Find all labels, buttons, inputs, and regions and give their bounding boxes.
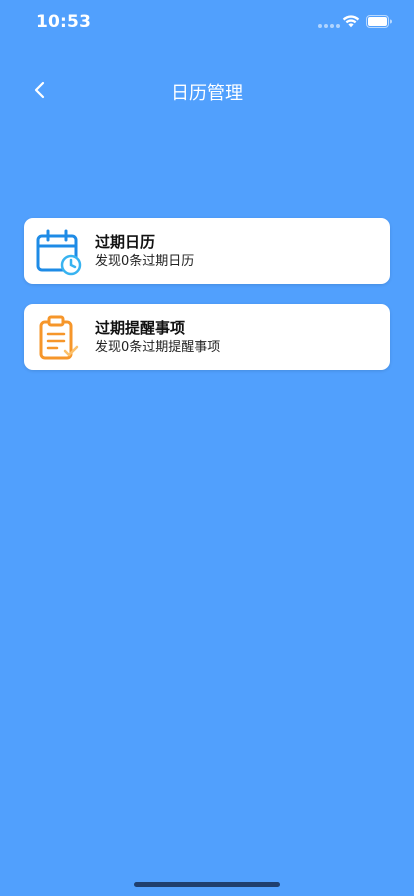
status-time: 10:53 <box>36 12 92 32</box>
wifi-icon <box>342 15 360 28</box>
page-title: 日历管理 <box>171 83 243 104</box>
battery-icon <box>366 15 392 28</box>
expired-calendars-card[interactable]: 过期日历 发现0条过期日历 <box>24 218 390 284</box>
card-subtitle: 发现0条过期日历 <box>95 254 195 269</box>
status-bar: 10:53 <box>0 0 414 44</box>
card-subtitle: 发现0条过期提醒事项 <box>95 340 221 355</box>
signal-dots-icon <box>318 24 340 28</box>
card-title: 过期日历 <box>95 233 156 251</box>
card-title: 过期提醒事项 <box>95 319 186 337</box>
home-indicator[interactable] <box>134 882 280 887</box>
navigation-bar: 日历管理 <box>0 68 414 112</box>
expired-reminders-card[interactable]: 过期提醒事项 发现0条过期提醒事项 <box>24 304 390 370</box>
clipboard-check-icon <box>39 315 79 360</box>
calendar-clock-icon <box>36 229 82 276</box>
